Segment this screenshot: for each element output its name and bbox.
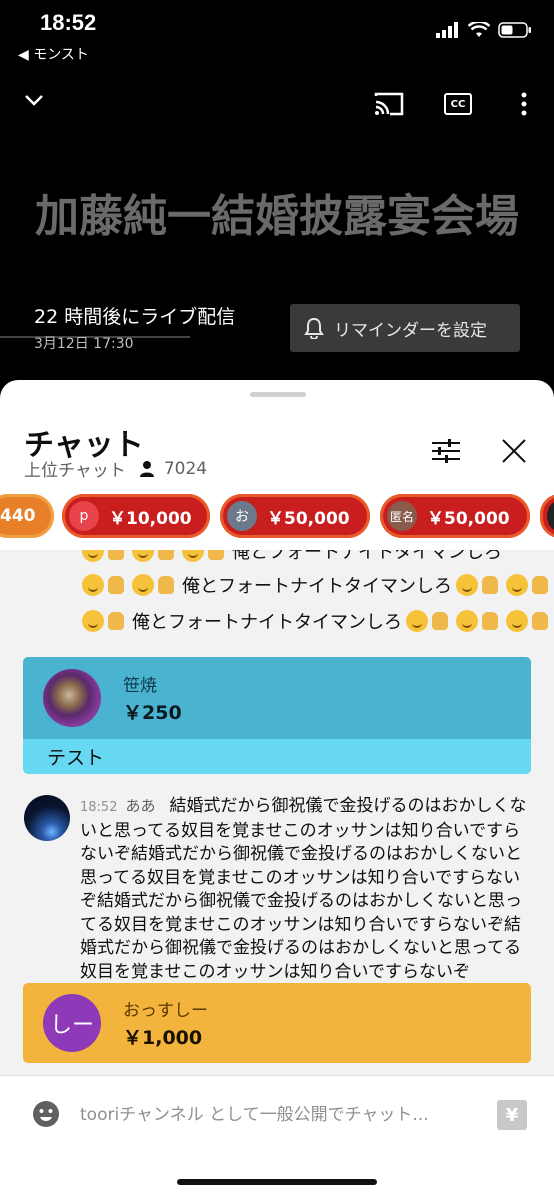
battery-icon (498, 22, 531, 38)
smile-emoji-icon (456, 610, 478, 632)
super-chat-icon[interactable]: ¥ (497, 1100, 527, 1130)
ticker-avatar: p (69, 501, 99, 531)
person-icon (139, 460, 154, 477)
hand-emoji-icon (482, 576, 498, 594)
status-time: 18:52 (40, 10, 97, 35)
ticker-chip[interactable]: お ￥50,000 (220, 494, 370, 538)
ticker-chip[interactable]: 440 (0, 494, 54, 538)
hand-emoji-icon (158, 550, 174, 560)
superchat-message: テスト (23, 739, 531, 774)
message-text: 俺とフォートナイトタイマンしろ (132, 612, 402, 633)
chat-mode-selector[interactable]: 上位チャット 7024 (24, 456, 208, 482)
message-body: 18:52 ああ 結婚式だから御祝儀で金投げるのはおかしくないと思ってる奴目を覚ませ… (80, 795, 534, 984)
chat-message-line: 俺とフォートナイトタイマンしろ (82, 572, 552, 598)
video-title: 加藤純一結婚披露宴会場 (35, 191, 519, 242)
superchat-card[interactable]: 笹焼 ￥250 テスト (23, 657, 531, 774)
signal-icon (436, 22, 458, 38)
smile-emoji-icon (506, 574, 528, 596)
more-vertical-icon[interactable] (520, 92, 528, 116)
hand-emoji-icon (532, 576, 548, 594)
smile-emoji-icon (456, 574, 478, 596)
ticker-amount: ￥50,000 (267, 508, 350, 529)
emoji-picker-icon[interactable] (32, 1100, 60, 1128)
message-author: ああ (125, 797, 156, 815)
smile-emoji-icon (82, 610, 104, 632)
smile-emoji-icon (506, 610, 528, 632)
close-icon[interactable] (501, 438, 527, 464)
ticker-amount: ￥50,000 (427, 508, 510, 529)
message-text: 俺とフォートナイトタイマンしろ (182, 576, 452, 597)
smile-emoji-icon (132, 550, 154, 562)
reminder-label: リマインダーを設定 (334, 320, 487, 341)
ticker-chip[interactable]: p ￥10,000 (62, 494, 210, 538)
chat-input-bar: tooriチャンネル として一般公開でチャット... ¥ (0, 1075, 554, 1200)
message-text: 俺とフォートナイトタイマンしろ (232, 550, 502, 563)
back-to-app-link[interactable]: ◀ モンスト (18, 44, 89, 64)
ticker-amount: ￥10,000 (109, 508, 192, 529)
hand-emoji-icon (532, 612, 548, 630)
ticker-chip[interactable]: 匿名 ￥50,000 (380, 494, 530, 538)
superchat-card[interactable]: しー おっすしー ￥1,000 (23, 983, 531, 1063)
superchat-header: しー おっすしー ￥1,000 (23, 983, 531, 1063)
message-time: 18:52 (80, 800, 118, 815)
superchat-ticker: 440 p ￥10,000 お ￥50,000 匿名 ￥50,000 (0, 494, 554, 542)
smile-emoji-icon (82, 574, 104, 596)
smile-emoji-icon (182, 550, 204, 562)
superchat-author: 笹焼 (123, 676, 157, 696)
live-countdown: 22 時間後にライブ配信 (34, 306, 236, 328)
hand-emoji-icon (108, 576, 124, 594)
hand-emoji-icon (108, 612, 124, 630)
message-text: 結婚式だから御祝儀で金投げるのはおかしくないと思ってる奴目を覚ませこのオッサンは… (80, 796, 527, 982)
superchat-amount: ￥250 (123, 702, 182, 724)
ticker-avatar (547, 501, 554, 531)
cast-icon[interactable] (374, 92, 404, 116)
smile-emoji-icon (406, 610, 428, 632)
hand-emoji-icon (482, 612, 498, 630)
ticker-chip[interactable] (540, 494, 554, 538)
chat-message-line: 俺とフォートナイトタイマンしろ (82, 608, 552, 634)
filter-settings-icon[interactable] (432, 438, 460, 464)
chat-panel: チャット 上位チャット 7024 440 p ￥10,000 お ￥50,000 (0, 380, 554, 1200)
smile-emoji-icon (132, 574, 154, 596)
hand-emoji-icon (432, 612, 448, 630)
hand-emoji-icon (158, 576, 174, 594)
captions-icon[interactable]: CC (444, 93, 472, 115)
hand-emoji-icon (108, 550, 124, 560)
ticker-avatar: お (227, 501, 257, 531)
ticker-avatar: 匿名 (387, 501, 417, 531)
live-date: 3月12日 17:30 (34, 336, 134, 352)
chat-mode-label: 上位チャット (24, 461, 126, 481)
set-reminder-button[interactable]: リマインダーを設定 (290, 304, 520, 352)
smile-emoji-icon (82, 550, 104, 562)
superchat-header: 笹焼 ￥250 (23, 657, 531, 739)
bell-icon (304, 317, 324, 339)
drag-handle[interactable] (250, 392, 306, 397)
avatar (43, 669, 101, 727)
chat-input[interactable]: tooriチャンネル として一般公開でチャット... (80, 1100, 429, 1125)
ticker-amount: 440 (0, 506, 36, 526)
home-indicator (177, 1179, 377, 1185)
superchat-amount: ￥1,000 (123, 1027, 203, 1049)
status-icons (436, 22, 532, 38)
superchat-author: おっすしー (123, 1001, 208, 1021)
viewer-count: 7024 (163, 458, 208, 479)
chevron-down-icon[interactable] (24, 94, 44, 108)
avatar (24, 795, 70, 841)
chat-messages[interactable]: 俺とフォートナイトタイマンしろ 俺とフォートナイトタイマンしろ 俺とフォートナイ… (0, 550, 554, 1075)
screen: 18:52 ◀ モンスト CC 加藤純一結婚披露宴会場 22 時間後にライブ配信… (0, 0, 554, 1200)
avatar: しー (43, 994, 101, 1052)
wifi-icon (468, 22, 490, 37)
chat-message-partial: 俺とフォートナイトタイマンしろ (82, 550, 502, 564)
hand-emoji-icon (208, 550, 224, 560)
